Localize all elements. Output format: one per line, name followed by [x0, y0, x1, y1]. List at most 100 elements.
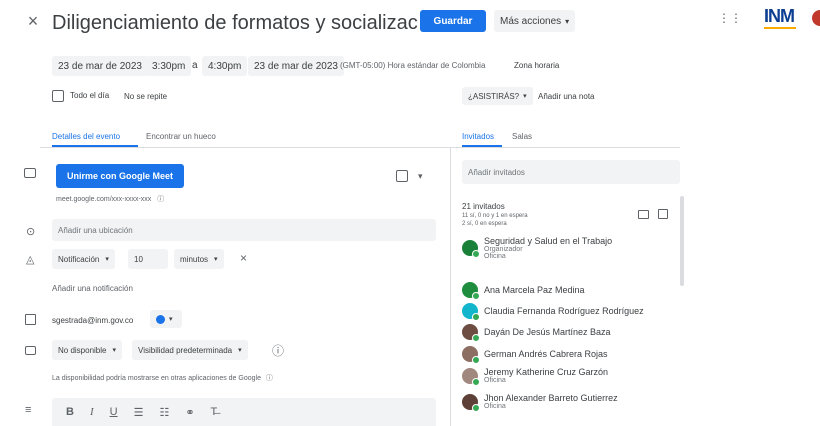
chevron-down-icon: ▾	[565, 16, 570, 26]
guest-row[interactable]: Ana Marcela Paz Medina	[462, 282, 585, 300]
bell-icon: ◬	[26, 254, 35, 266]
calendar-color-picker[interactable]: ▾	[150, 310, 182, 328]
meet-button[interactable]: Unirme con Google Meet	[56, 164, 184, 188]
add-guests-input[interactable]: Añadir invitados	[462, 160, 680, 184]
add-note-link[interactable]: Añadir una nota	[538, 92, 595, 101]
more-actions-button[interactable]: Más acciones ▾	[494, 10, 576, 32]
numbered-list-icon[interactable]: ☰	[134, 406, 144, 419]
close-icon[interactable]: ×	[24, 11, 42, 31]
event-title[interactable]: Diligenciamiento de formatos y socializa…	[52, 12, 418, 35]
guest-count: 21 invitados	[462, 202, 505, 211]
save-button[interactable]: Guardar	[420, 10, 486, 32]
link-icon[interactable]: ⚭	[185, 406, 194, 419]
help-icon[interactable]: ⓘ	[272, 342, 284, 359]
availability-note: La disponibilidad podría mostrarse en ot…	[52, 373, 273, 383]
guest-avatar	[462, 282, 480, 300]
accepted-check-icon	[472, 334, 480, 342]
guest-row[interactable]: German Andrés Cabrera Rojas	[462, 346, 608, 364]
start-time-field[interactable]: 3:30pm	[146, 56, 192, 76]
guest-name: Ana Marcela Paz Medina	[484, 285, 585, 295]
accepted-check-icon	[472, 377, 480, 386]
accepted-check-icon	[472, 292, 480, 300]
availability-select[interactable]: No disponible ▾	[52, 340, 122, 360]
guest-subtitle: Oficina	[484, 377, 506, 384]
tabs-divider	[40, 147, 680, 148]
repeat-select[interactable]: No se repite	[118, 87, 174, 105]
italic-button[interactable]: I	[90, 406, 94, 418]
guest-subtitle: Organizador	[484, 246, 523, 253]
accepted-check-icon	[472, 403, 480, 412]
guest-avatar	[462, 324, 480, 342]
availability-note-text: La disponibilidad podría mostrarse en ot…	[52, 375, 261, 382]
tab-rooms[interactable]: Salas	[512, 132, 532, 141]
calendar-view-icon[interactable]	[658, 209, 668, 219]
guest-row[interactable]: Seguridad y Salud en el Trabajo Organizad…	[462, 236, 612, 260]
brand-underline	[764, 27, 796, 29]
briefcase-icon	[25, 346, 36, 355]
column-divider	[450, 148, 451, 426]
visibility-label: Visibilidad predeterminada	[138, 345, 233, 355]
email-guests-icon[interactable]	[638, 210, 649, 219]
guest-text: German Andrés Cabrera Rojas	[484, 349, 608, 359]
avatar[interactable]	[812, 10, 820, 26]
meet-sub-text: meet.google.com/xxx-xxxx-xxx	[56, 196, 152, 203]
visibility-select[interactable]: Visibilidad predeterminada ▾	[132, 340, 248, 360]
notification-type-select[interactable]: Notificación ▾	[52, 249, 115, 269]
apps-grid-icon[interactable]: ⋮⋮	[718, 10, 742, 26]
guest-avatar	[462, 393, 480, 412]
guest-name: Seguridad y Salud en el Trabajo	[484, 236, 613, 246]
brand-text: INM	[764, 6, 795, 26]
chevron-down-icon[interactable]: ▾	[418, 171, 423, 182]
guest-name: Dayán De Jesús Martínez Baza	[484, 327, 611, 337]
underline-button[interactable]: U	[110, 406, 118, 418]
clear-format-icon[interactable]: T̶	[211, 406, 218, 418]
copy-icon[interactable]	[396, 170, 408, 182]
chevron-down-icon: ▾	[112, 347, 116, 354]
guest-text: Seguridad y Salud en el Trabajo Organizad…	[484, 236, 612, 260]
timezone-link[interactable]: Zona horaria	[514, 61, 559, 70]
calendar-color-dot	[156, 314, 165, 324]
guest-subtitle: Oficina	[484, 403, 506, 410]
chevron-down-icon: ▾	[105, 256, 109, 263]
guest-avatar	[462, 346, 480, 364]
remove-notification-icon[interactable]: ×	[240, 251, 247, 265]
guest-text: Jhon Alexander Barreto Gutierrez Oficina	[484, 393, 618, 410]
guest-row[interactable]: Dayán De Jesús Martínez Baza	[462, 324, 611, 342]
guest-row[interactable]: Jhon Alexander Barreto Gutierrez Oficina	[462, 393, 618, 412]
location-input[interactable]: Añadir una ubicación	[52, 219, 436, 241]
location-icon: ⊙	[26, 226, 36, 238]
brand-logo: INM	[764, 6, 804, 34]
timezone-label: (GMT-05:00) Hora estándar de Colombia	[340, 61, 486, 70]
notification-unit-label: minutos	[180, 254, 209, 264]
chevron-down-icon: ▾	[523, 93, 527, 100]
rich-text-toolbar: B I U ☰ ☷ ⚭ T̶	[52, 398, 436, 426]
event-editor: × Diligenciamiento de formatos y sociali…	[0, 0, 820, 426]
guest-row[interactable]: Jeremy Katherine Cruz Garzón Oficina	[462, 367, 608, 386]
bulleted-list-icon[interactable]: ☷	[159, 406, 169, 419]
notification-unit-select[interactable]: minutos ▾	[174, 249, 224, 269]
accepted-check-icon	[472, 356, 480, 364]
end-time-field[interactable]: 4:30pm	[202, 56, 248, 76]
add-notification-link[interactable]: Añadir una notificación	[52, 284, 133, 293]
guest-name: Jhon Alexander Barreto Gutierrez	[484, 393, 618, 403]
rsvp-select[interactable]: ¿ASISTIRÁS? ▾	[462, 87, 533, 105]
rsvp-label: ¿ASISTIRÁS?	[468, 91, 520, 101]
tab-details[interactable]: Detalles del evento	[52, 132, 120, 141]
notification-value-input[interactable]: 10	[128, 249, 168, 269]
tab-find-time[interactable]: Encontrar un hueco	[146, 132, 216, 141]
chevron-down-icon: ▾	[169, 316, 173, 323]
accepted-check-icon	[472, 313, 480, 321]
allday-checkbox[interactable]	[52, 90, 64, 102]
accepted-check-icon	[472, 250, 480, 258]
description-icon: ≡	[25, 404, 32, 416]
start-date-field[interactable]: 23 de mar de 2023	[52, 56, 148, 76]
guest-row[interactable]: Claudia Fernanda Rodríguez Rodríguez	[462, 303, 644, 321]
tab-guests[interactable]: Invitados	[462, 132, 494, 141]
meet-link-sub: meet.google.com/xxx-xxxx-xxx ⓘ	[56, 194, 164, 204]
guest-list-scrollbar[interactable]	[680, 196, 684, 286]
guest-summary-1: 11 sí, 0 no y 1 en espera	[462, 213, 528, 219]
end-date-field[interactable]: 23 de mar de 2023	[248, 56, 344, 76]
chevron-down-icon: ▾	[238, 347, 242, 354]
bold-button[interactable]: B	[66, 406, 74, 418]
more-actions-label: Más acciones	[500, 15, 562, 27]
